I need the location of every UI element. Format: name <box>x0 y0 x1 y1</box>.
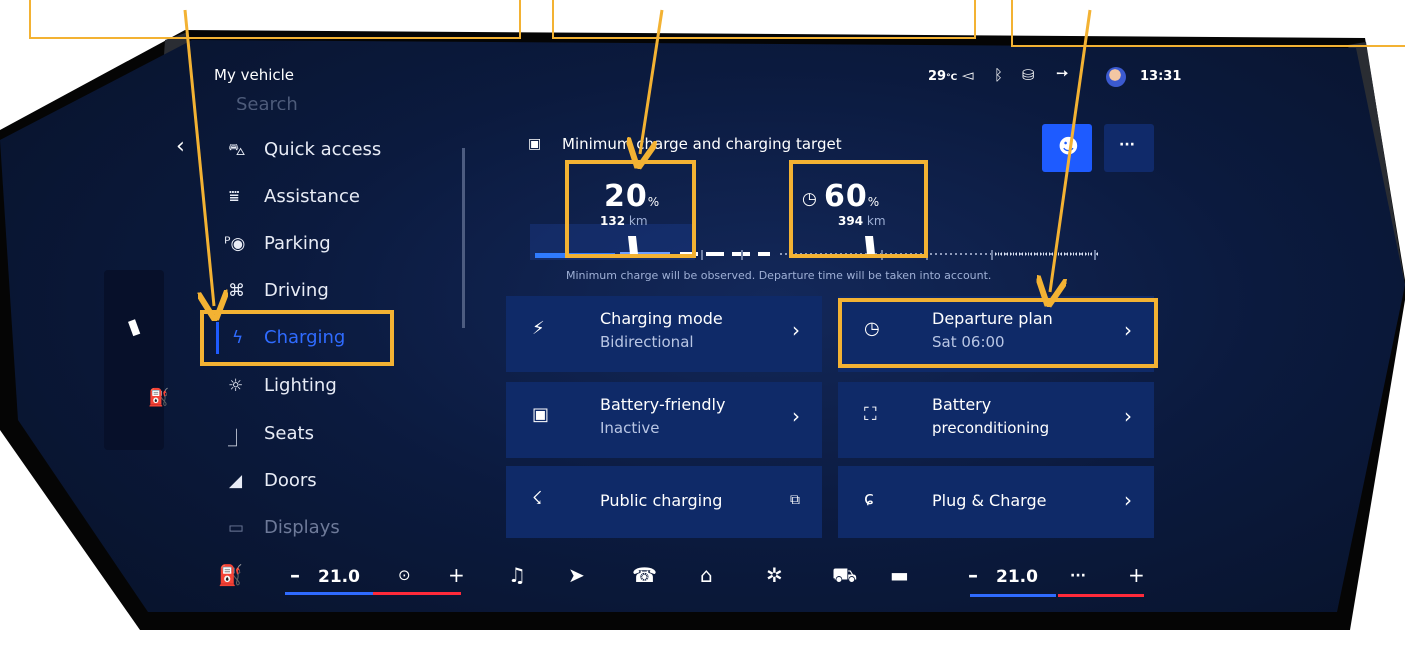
callout-arrows <box>183 9 1092 666</box>
